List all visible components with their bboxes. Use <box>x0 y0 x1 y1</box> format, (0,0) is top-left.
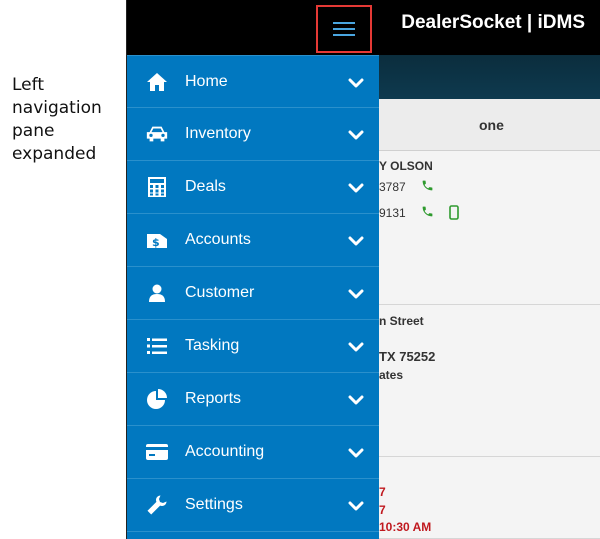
user-icon <box>145 282 169 304</box>
caption: Left navigation pane expanded <box>12 74 122 166</box>
mobile-phone-icon[interactable] <box>449 205 459 220</box>
money-icon: $ <box>145 229 169 251</box>
chevron-down-icon[interactable] <box>348 289 364 300</box>
address-line: n Street <box>379 314 424 328</box>
nav-item-tasking[interactable]: Tasking <box>127 320 379 373</box>
chevron-down-icon[interactable] <box>348 130 364 141</box>
nav-item-home[interactable]: Home <box>127 55 379 108</box>
appointment-time: 10:30 AM <box>379 520 432 534</box>
caption-line: expanded <box>12 144 97 164</box>
caption-line: pane <box>12 121 55 141</box>
nav-item-inventory[interactable]: Inventory <box>127 108 379 161</box>
chevron-down-icon[interactable] <box>348 236 364 247</box>
nav-item-label: Deals <box>185 178 226 195</box>
nav-item-label: Tasking <box>185 337 240 354</box>
credit-card-icon <box>145 441 169 463</box>
address-line: TX 75252 <box>379 349 436 364</box>
appointment-line: 7 <box>379 503 386 517</box>
left-navigation-pane: Home Inventory Deals $ Accounts Customer… <box>127 55 379 539</box>
calculator-icon <box>145 176 169 198</box>
wrench-icon <box>145 494 169 516</box>
customer-name: Y OLSON <box>379 159 433 173</box>
caption-line: Left <box>12 75 44 95</box>
nav-item-label: Settings <box>185 496 243 513</box>
appointment-card: 7 7 10:30 AM <box>379 457 600 539</box>
nav-item-label: Home <box>185 73 228 90</box>
nav-item-label: Reports <box>185 390 242 407</box>
address-line: ates <box>379 368 404 382</box>
svg-text:$: $ <box>152 236 160 249</box>
chevron-down-icon[interactable] <box>348 448 364 459</box>
chevron-down-icon[interactable] <box>348 183 364 194</box>
nav-item-accounting[interactable]: Accounting <box>127 426 379 479</box>
phone-number: 3787 <box>379 180 406 194</box>
appointment-line: 7 <box>379 485 386 499</box>
list-icon <box>145 335 169 357</box>
chevron-down-icon[interactable] <box>348 78 364 89</box>
nav-item-reports[interactable]: Reports <box>127 373 379 426</box>
app-window: one Y OLSON 3787 9131 n Street TX 75252 … <box>126 0 600 539</box>
nav-item-settings[interactable]: Settings <box>127 479 379 532</box>
phone-number: 9131 <box>379 206 406 220</box>
chevron-down-icon[interactable] <box>348 501 364 512</box>
menu-toggle-button[interactable] <box>316 5 372 53</box>
chevron-down-icon[interactable] <box>348 395 364 406</box>
nav-item-label: Accounting <box>185 443 265 460</box>
home-icon <box>145 71 169 93</box>
chevron-down-icon[interactable] <box>348 342 364 353</box>
brand-title: DealerSocket | iDMS <box>401 12 585 33</box>
nav-item-customer[interactable]: Customer <box>127 267 379 320</box>
caption-line: navigation <box>12 98 102 118</box>
address-card: n Street TX 75252 ates <box>379 305 600 457</box>
top-bar: DealerSocket | iDMS <box>127 0 600 55</box>
nav-item-label: Inventory <box>185 125 251 142</box>
hamburger-icon <box>333 22 355 36</box>
car-icon <box>145 123 169 145</box>
pie-chart-icon <box>145 388 169 410</box>
column-header: one <box>379 99 600 151</box>
nav-item-deals[interactable]: Deals <box>127 161 379 214</box>
phone-icon[interactable] <box>421 179 434 192</box>
phone-icon[interactable] <box>421 205 434 218</box>
nav-item-label: Accounts <box>185 231 251 248</box>
column-header-label: one <box>479 117 504 133</box>
nav-item-label: Customer <box>185 284 255 301</box>
nav-item-accounts[interactable]: $ Accounts <box>127 214 379 267</box>
customer-card[interactable]: Y OLSON 3787 9131 <box>379 151 600 305</box>
